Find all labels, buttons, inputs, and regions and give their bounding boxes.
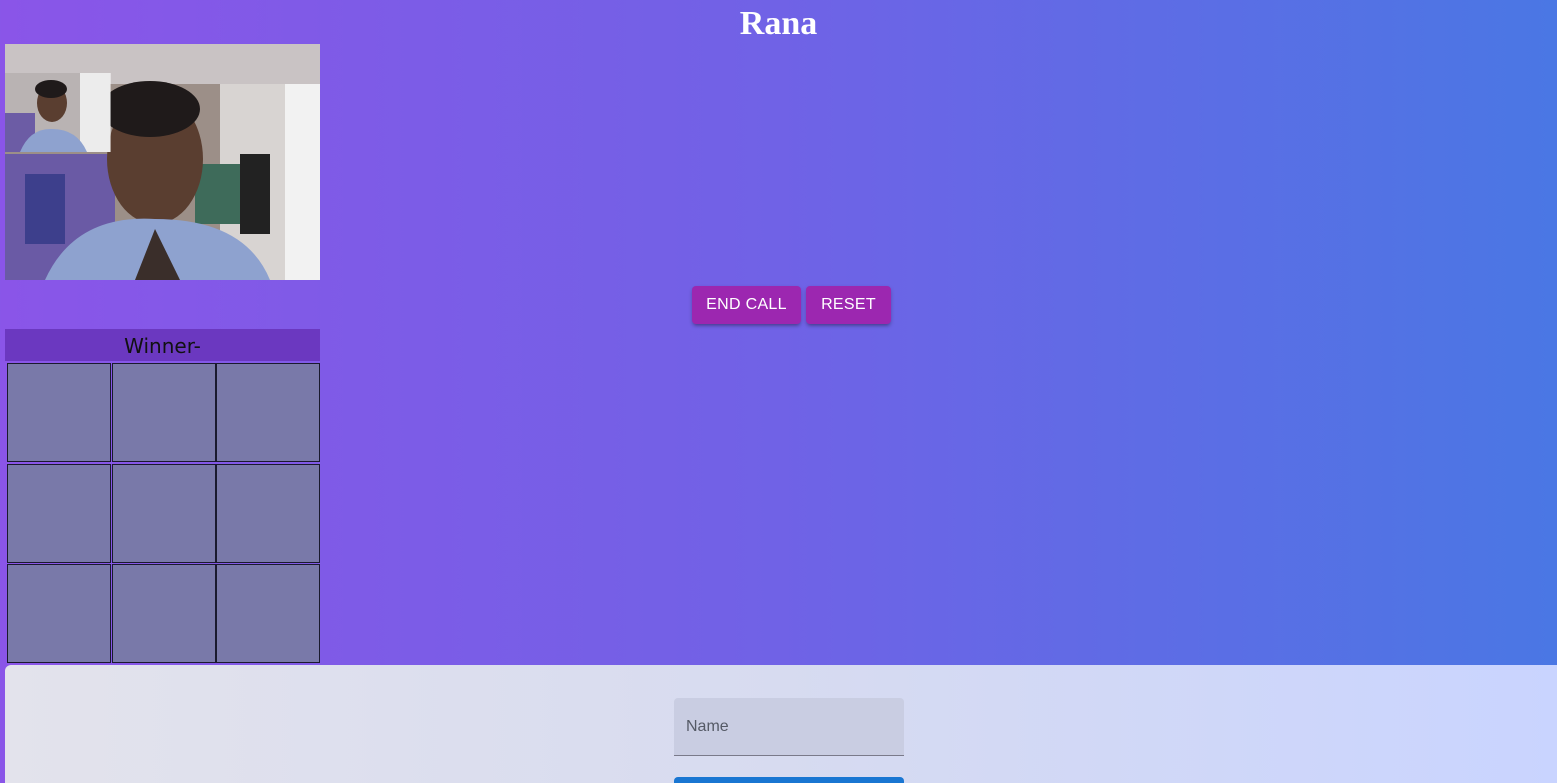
join-panel [5,665,1557,783]
board-cell[interactable] [7,464,111,563]
tic-tac-toe-board [5,361,320,664]
name-field [674,698,904,756]
board-cell[interactable] [216,464,320,563]
local-video-frame [5,73,110,152]
submit-button[interactable] [674,777,904,783]
reset-button[interactable]: RESET [806,286,891,324]
board-cell[interactable] [216,363,320,462]
board-cell[interactable] [112,464,216,563]
local-video [5,73,111,152]
board-cell[interactable] [7,363,111,462]
board-cell[interactable] [112,363,216,462]
winner-label: Winner- [5,329,320,361]
board-cell[interactable] [7,564,111,663]
page-title: Rana [739,5,818,42]
board-cell[interactable] [216,564,320,663]
name-input[interactable] [674,698,904,755]
board-cell[interactable] [112,564,216,663]
end-call-button[interactable]: END CALL [692,286,801,324]
